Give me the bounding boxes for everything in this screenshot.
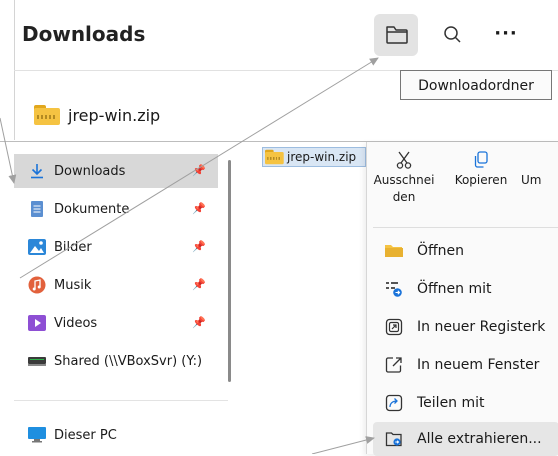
pictures-icon (28, 238, 46, 256)
search-icon (444, 26, 461, 43)
file-item-name: jrep-win.zip (287, 150, 357, 164)
download-arrow-icon (28, 162, 46, 180)
sidebar-item-label: Dokumente (54, 201, 130, 217)
copy-icon (451, 148, 511, 172)
cut-button[interactable]: Ausschnei den (371, 148, 437, 206)
pin-icon: 📌 (192, 240, 206, 253)
flyout-title: Downloads (22, 22, 146, 46)
menu-item-label: Öffnen mit (417, 281, 492, 297)
pin-icon: 📌 (192, 316, 206, 329)
sidebar-item-shared-drive[interactable]: Shared (\\VBoxSvr) (Y:) (14, 344, 218, 378)
share-icon (383, 392, 405, 414)
download-item-name: jrep-win.zip (68, 105, 161, 125)
sidebar-item-label: Videos (54, 315, 98, 331)
menu-item-label: Öffnen (417, 243, 465, 259)
divider (14, 400, 228, 401)
sidebar-item-label: Bilder (54, 239, 92, 255)
sidebar-item-documents[interactable]: Dokumente 📌 (14, 192, 218, 226)
copy-button-label: Kopieren (454, 173, 508, 187)
navigation-pane: Downloads 📌 Dokumente 📌 Bilder 📌 Musik 📌… (14, 142, 232, 454)
sidebar-item-downloads[interactable]: Downloads 📌 (14, 154, 218, 188)
computer-icon (28, 426, 46, 444)
menu-item-label: Teilen mit (417, 395, 485, 411)
menu-item-share-with[interactable]: Teilen mit (373, 386, 558, 420)
sidebar-item-label: Shared (\\VBoxSvr) (Y:) (54, 353, 203, 369)
search-button[interactable] (437, 20, 469, 50)
open-downloads-folder-button[interactable] (374, 14, 418, 56)
scissors-icon (371, 148, 437, 172)
menu-item-label: In neuem Fenster (417, 357, 540, 373)
menu-item-open-new-window[interactable]: In neuem Fenster (373, 348, 558, 382)
context-menu: Ausschnei den Kopieren Um Öffnen Öffnen … (366, 142, 558, 456)
menu-item-open-new-tab[interactable]: In neuer Registerk (373, 310, 558, 344)
menu-item-extract-all[interactable]: Alle extrahieren... (373, 422, 558, 456)
sidebar-item-music[interactable]: Musik 📌 (14, 268, 218, 302)
copy-button[interactable]: Kopieren (451, 148, 511, 189)
extract-icon (383, 428, 405, 450)
download-item[interactable]: jrep-win.zip (34, 103, 160, 127)
folder-icon (386, 26, 408, 44)
menu-item-open[interactable]: Öffnen (373, 234, 558, 268)
tooltip: Downloadordner (400, 70, 552, 100)
zip-folder-icon (265, 149, 284, 165)
sidebar-item-this-pc[interactable]: Dieser PC (14, 418, 218, 452)
folder-open-icon (383, 240, 405, 262)
menu-item-label: In neuer Registerk (417, 319, 546, 335)
sidebar-scrollbar[interactable] (228, 160, 231, 382)
sidebar-item-label: Musik (54, 277, 92, 293)
rename-button-label: Um (521, 173, 542, 187)
open-with-icon (383, 278, 405, 300)
cut-button-label: Ausschnei den (373, 173, 435, 204)
more-options-button[interactable]: ··· (488, 20, 524, 50)
new-window-icon (383, 354, 405, 376)
new-tab-icon (383, 316, 405, 338)
video-icon (28, 314, 46, 332)
menu-item-open-with[interactable]: Öffnen mit (373, 272, 558, 306)
pin-icon: 📌 (192, 202, 206, 215)
sidebar-item-videos[interactable]: Videos 📌 (14, 306, 218, 340)
document-icon (28, 200, 46, 218)
menu-item-label: Alle extrahieren... (417, 431, 542, 447)
rename-icon (521, 148, 551, 172)
sidebar-item-pictures[interactable]: Bilder 📌 (14, 230, 218, 264)
pin-icon: 📌 (192, 164, 206, 177)
rename-button[interactable]: Um (521, 148, 551, 189)
sidebar-item-label: Downloads (54, 163, 126, 179)
file-item[interactable]: jrep-win.zip (262, 147, 366, 167)
network-drive-icon (28, 352, 46, 370)
menu-separator (373, 227, 558, 228)
sidebar-item-label: Dieser PC (54, 427, 117, 443)
music-icon (28, 276, 46, 294)
zip-folder-icon (34, 105, 60, 125)
pin-icon: 📌 (192, 278, 206, 291)
